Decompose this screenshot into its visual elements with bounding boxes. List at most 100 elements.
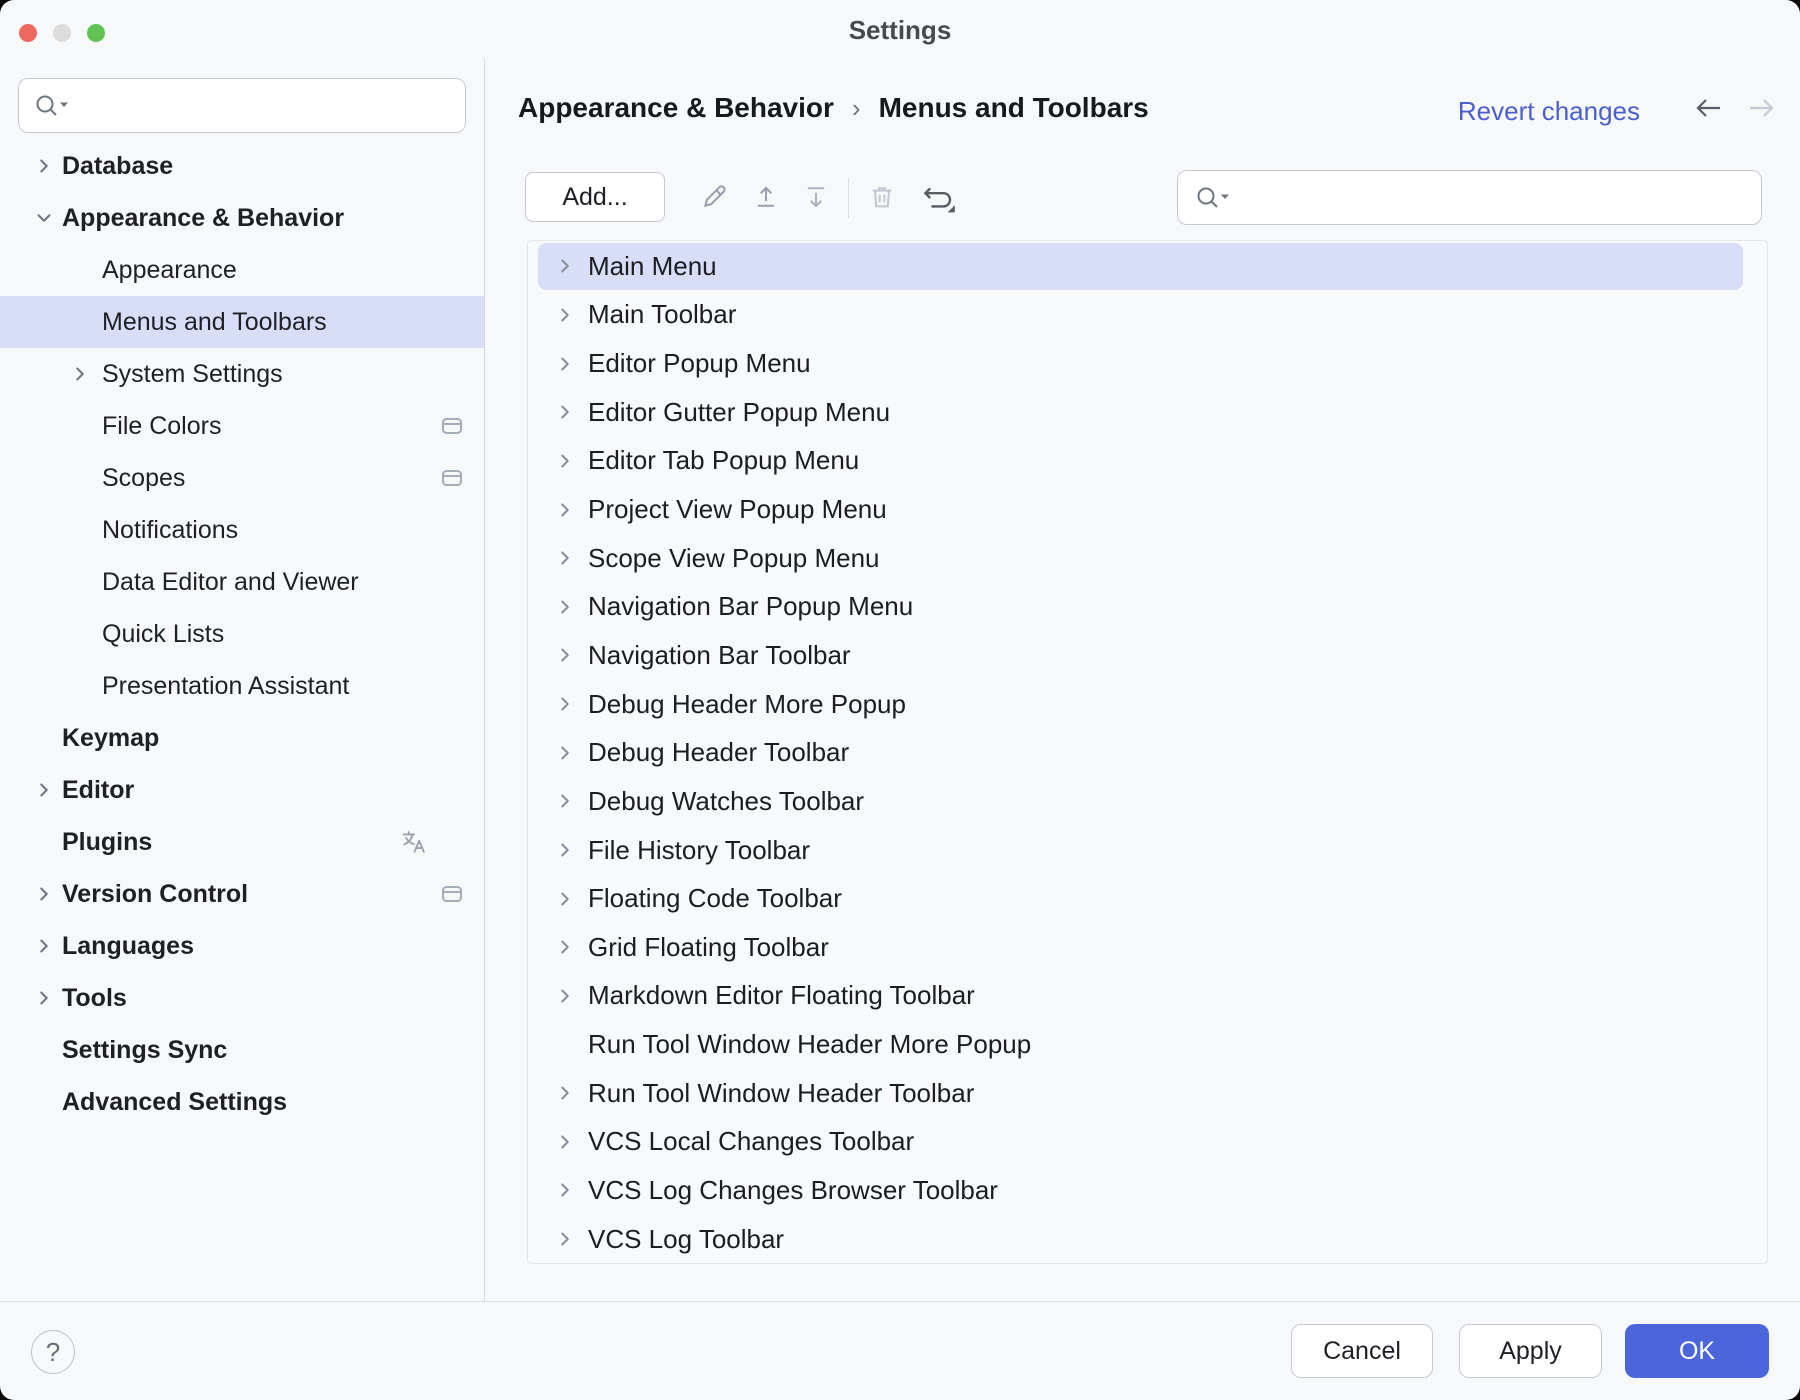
sidebar-item-system-settings[interactable]: System Settings	[0, 348, 484, 400]
list-item-markdown-editor-floating-toolbar[interactable]: Markdown Editor Floating Toolbar	[528, 972, 1767, 1021]
sidebar-item-label: System Settings	[102, 360, 283, 389]
navigate-back-icon[interactable]	[1692, 94, 1726, 122]
move-down-icon[interactable]	[802, 183, 830, 211]
help-button[interactable]: ?	[31, 1330, 75, 1374]
sidebar-item-editor[interactable]: Editor	[0, 764, 484, 816]
chevron-right-icon[interactable]	[554, 742, 576, 764]
chevron-right-icon[interactable]	[554, 450, 576, 472]
list-item-project-view-popup-menu[interactable]: Project View Popup Menu	[528, 485, 1767, 534]
settings-search-input[interactable]	[18, 78, 466, 133]
close-window-button[interactable]	[19, 24, 37, 42]
sidebar-item-tools[interactable]: Tools	[0, 972, 484, 1024]
chevron-right-icon[interactable]	[554, 693, 576, 715]
chevron-right-icon[interactable]	[554, 985, 576, 1007]
list-item-debug-header-toolbar[interactable]: Debug Header Toolbar	[528, 728, 1767, 777]
sidebar-item-appearance-behavior[interactable]: Appearance & Behavior	[0, 192, 484, 244]
zoom-window-button[interactable]	[87, 24, 105, 42]
list-item-label: Run Tool Window Header More Popup	[588, 1029, 1031, 1060]
sidebar-item-quick-lists[interactable]: Quick Lists	[0, 608, 484, 660]
sidebar-item-menus-and-toolbars[interactable]: Menus and Toolbars	[0, 296, 484, 348]
chevron-right-icon[interactable]	[33, 883, 55, 905]
chevron-right-icon[interactable]	[33, 935, 55, 957]
chevron-right-icon[interactable]	[33, 155, 55, 177]
sidebar-item-label: Editor	[62, 776, 134, 805]
sidebar-item-version-control[interactable]: Version Control	[0, 868, 484, 920]
list-item-grid-floating-toolbar[interactable]: Grid Floating Toolbar	[528, 923, 1767, 972]
list-item-scope-view-popup-menu[interactable]: Scope View Popup Menu	[528, 534, 1767, 583]
chevron-down-icon[interactable]	[33, 207, 55, 229]
sidebar-item-label: Appearance & Behavior	[62, 204, 344, 233]
toolbar-separator	[848, 178, 849, 218]
toolbar-filter-input[interactable]	[1177, 170, 1762, 225]
sidebar-item-data-editor-and-viewer[interactable]: Data Editor and Viewer	[0, 556, 484, 608]
list-item-editor-tab-popup-menu[interactable]: Editor Tab Popup Menu	[528, 437, 1767, 486]
list-item-run-tool-window-header-more-popup[interactable]: Run Tool Window Header More Popup	[528, 1020, 1767, 1069]
sidebar-item-notifications[interactable]: Notifications	[0, 504, 484, 556]
chevron-right-icon[interactable]	[554, 1082, 576, 1104]
footer-separator	[0, 1301, 1800, 1302]
edit-icon[interactable]	[700, 183, 728, 211]
sidebar-item-settings-sync[interactable]: Settings Sync	[0, 1024, 484, 1076]
minimize-window-button[interactable]	[53, 24, 71, 42]
list-item-vcs-log-toolbar[interactable]: VCS Log Toolbar	[528, 1215, 1767, 1264]
sidebar-item-keymap[interactable]: Keymap	[0, 712, 484, 764]
chevron-right-icon[interactable]	[554, 936, 576, 958]
chevron-right-icon[interactable]	[554, 644, 576, 666]
list-item-main-toolbar[interactable]: Main Toolbar	[528, 291, 1767, 340]
list-item-vcs-local-changes-toolbar[interactable]: VCS Local Changes Toolbar	[528, 1118, 1767, 1167]
chevron-right-icon[interactable]	[554, 401, 576, 423]
sidebar-item-advanced-settings[interactable]: Advanced Settings	[0, 1076, 484, 1128]
chevron-right-icon[interactable]	[554, 1131, 576, 1153]
chevron-right-icon[interactable]	[69, 363, 91, 385]
sidebar-item-languages[interactable]: Languages	[0, 920, 484, 972]
restore-icon[interactable]	[920, 183, 956, 213]
sidebar-item-label: Menus and Toolbars	[102, 308, 327, 337]
list-item-label: Scope View Popup Menu	[588, 543, 880, 574]
chevron-right-icon[interactable]	[554, 304, 576, 326]
chevron-right-icon[interactable]	[554, 1228, 576, 1250]
delete-icon[interactable]	[868, 183, 896, 211]
navigate-forward-icon[interactable]	[1744, 94, 1778, 122]
sidebar-item-file-colors[interactable]: File Colors	[0, 400, 484, 452]
list-item-editor-popup-menu[interactable]: Editor Popup Menu	[528, 339, 1767, 388]
sidebar-item-label: Data Editor and Viewer	[102, 568, 359, 597]
chevron-right-icon[interactable]	[33, 779, 55, 801]
breadcrumb-parent[interactable]: Appearance & Behavior	[518, 92, 834, 124]
list-item-debug-header-more-popup[interactable]: Debug Header More Popup	[528, 680, 1767, 729]
ok-button[interactable]: OK	[1625, 1324, 1769, 1378]
chevron-right-icon[interactable]	[554, 790, 576, 812]
sidebar-item-label: Notifications	[102, 516, 238, 545]
chevron-right-icon[interactable]	[554, 255, 576, 277]
breadcrumb-separator: ›	[852, 93, 861, 124]
chevron-right-icon[interactable]	[554, 839, 576, 861]
list-item-navigation-bar-popup-menu[interactable]: Navigation Bar Popup Menu	[528, 582, 1767, 631]
list-item-file-history-toolbar[interactable]: File History Toolbar	[528, 826, 1767, 875]
list-item-navigation-bar-toolbar[interactable]: Navigation Bar Toolbar	[528, 631, 1767, 680]
list-item-label: Grid Floating Toolbar	[588, 932, 829, 963]
list-item-main-menu[interactable]: Main Menu	[528, 242, 1767, 291]
move-up-icon[interactable]	[752, 183, 780, 211]
list-item-floating-code-toolbar[interactable]: Floating Code Toolbar	[528, 874, 1767, 923]
sidebar-item-database[interactable]: Database	[0, 140, 484, 192]
chevron-right-icon[interactable]	[33, 987, 55, 1009]
list-item-label: Project View Popup Menu	[588, 494, 887, 525]
add-button[interactable]: Add...	[525, 172, 665, 222]
list-item-vcs-log-changes-browser-toolbar[interactable]: VCS Log Changes Browser Toolbar	[528, 1166, 1767, 1215]
list-item-debug-watches-toolbar[interactable]: Debug Watches Toolbar	[528, 777, 1767, 826]
revert-changes-link[interactable]: Revert changes	[1458, 96, 1640, 127]
list-item-run-tool-window-header-toolbar[interactable]: Run Tool Window Header Toolbar	[528, 1069, 1767, 1118]
chevron-right-icon[interactable]	[554, 888, 576, 910]
cancel-button[interactable]: Cancel	[1291, 1324, 1433, 1378]
chevron-right-icon[interactable]	[554, 353, 576, 375]
sidebar-item-scopes[interactable]: Scopes	[0, 452, 484, 504]
sidebar-item-presentation-assistant[interactable]: Presentation Assistant	[0, 660, 484, 712]
chevron-right-icon[interactable]	[554, 596, 576, 618]
sidebar-item-plugins[interactable]: Plugins	[0, 816, 484, 868]
apply-button[interactable]: Apply	[1459, 1324, 1602, 1378]
chevron-right-icon[interactable]	[554, 547, 576, 569]
chevron-right-icon[interactable]	[554, 1179, 576, 1201]
sidebar-item-label: Appearance	[102, 256, 237, 285]
chevron-right-icon[interactable]	[554, 499, 576, 521]
sidebar-item-appearance[interactable]: Appearance	[0, 244, 484, 296]
list-item-editor-gutter-popup-menu[interactable]: Editor Gutter Popup Menu	[528, 388, 1767, 437]
